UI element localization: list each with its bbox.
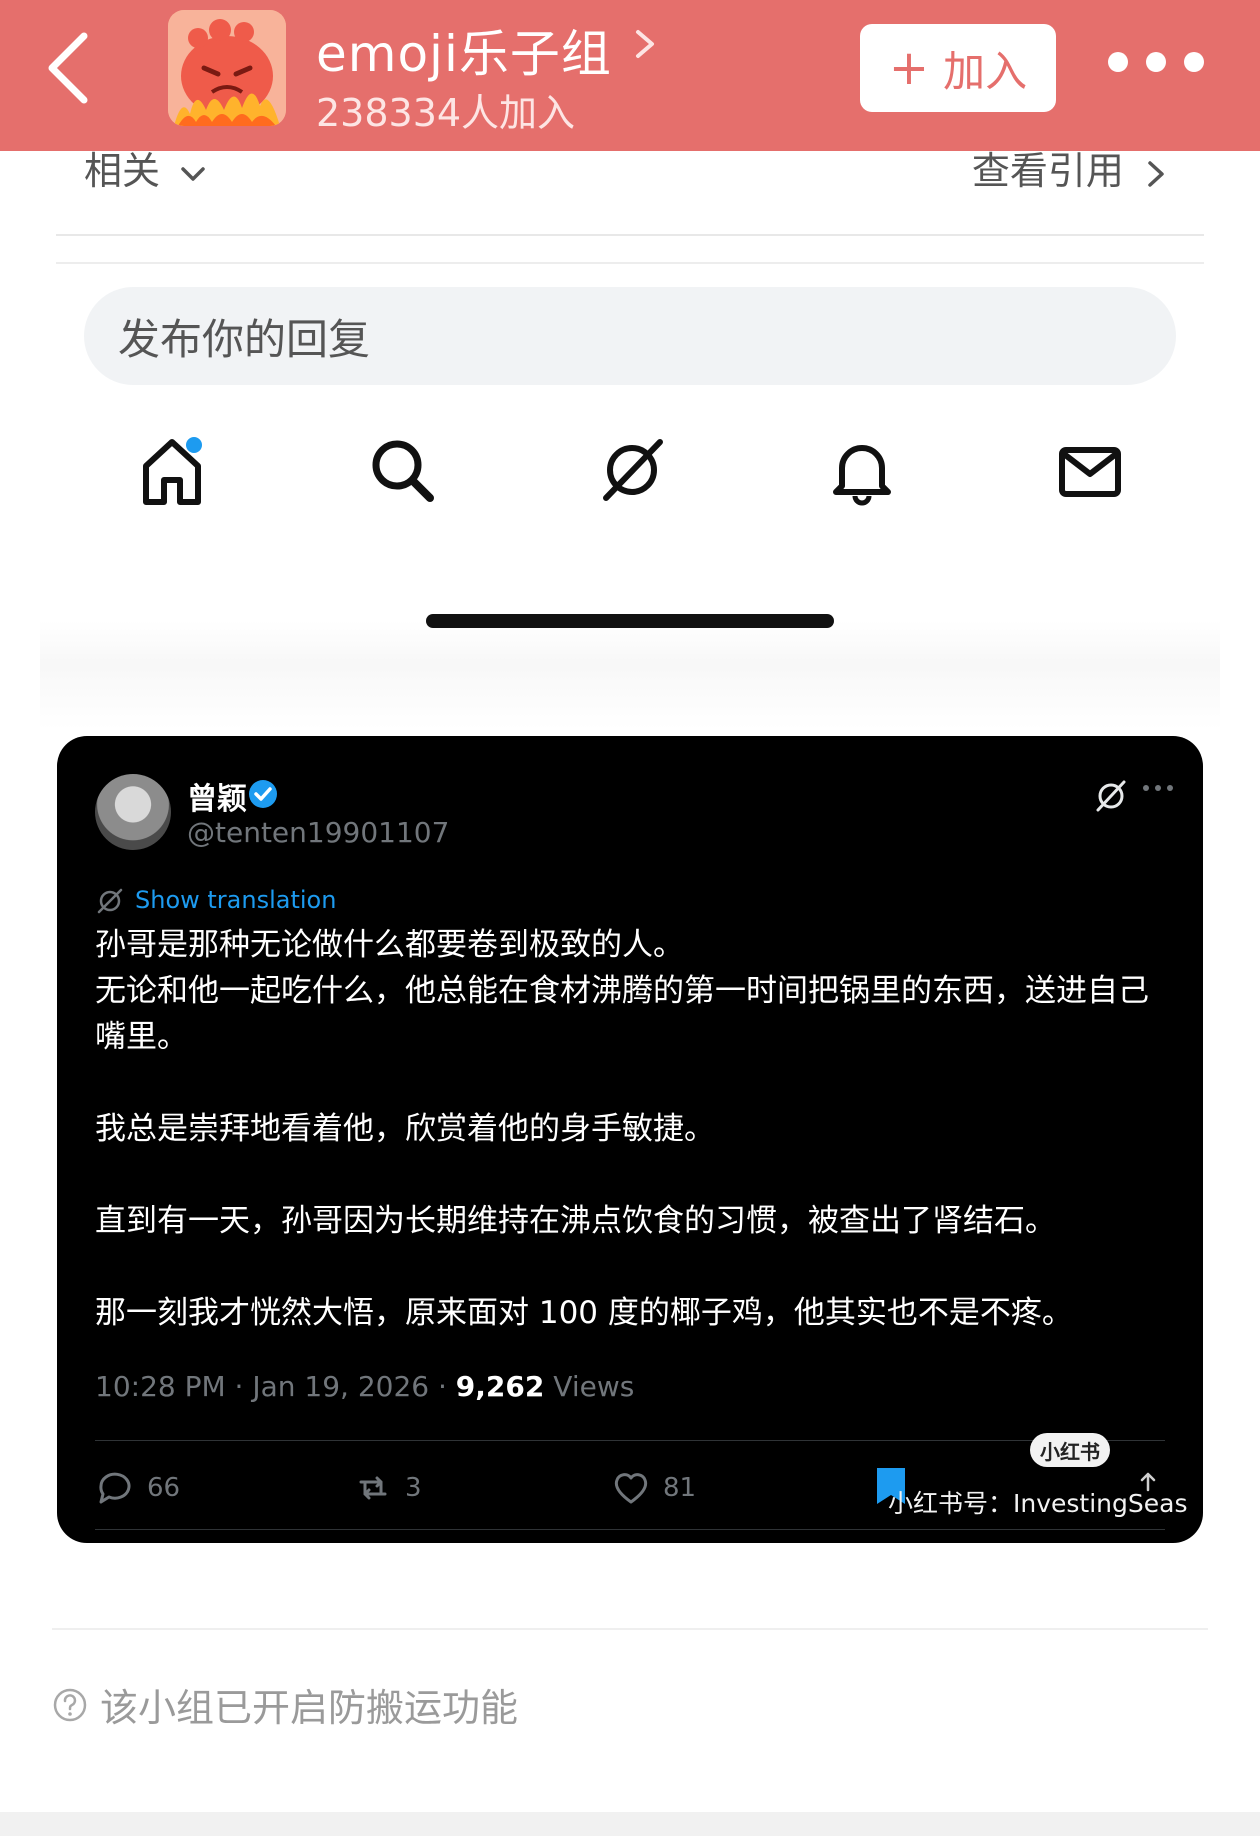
notification-dot: [186, 437, 202, 453]
show-translation-link[interactable]: Show translation: [135, 886, 336, 914]
tweet-paragraph: 孙哥是那种无论做什么都要卷到极致的人。: [95, 927, 684, 963]
repost-button[interactable]: 3: [353, 1468, 422, 1508]
group-member-count: 238334人加入: [316, 91, 576, 135]
tweet-paragraph: 无论和他一起吃什么，他总能在食材沸腾的第一时间把锅里的东西，送进自己嘴里。: [95, 973, 1149, 1055]
grok-icon[interactable]: [592, 430, 672, 510]
view-quotes-link[interactable]: 查看引用: [972, 140, 1168, 195]
verified-badge-icon: [249, 780, 277, 808]
tweet-card[interactable]: 曾颖 @tenten19901107 Show translation 孙哥是那…: [57, 736, 1203, 1543]
reply-placeholder: 发布你的回复: [118, 314, 371, 364]
anti-repost-notice: 该小组已开启防搬运功能: [52, 1677, 518, 1732]
mail-icon[interactable]: [1050, 430, 1130, 510]
bottom-strip: [0, 1812, 1260, 1836]
reply-count: 66: [147, 1473, 181, 1503]
related-dropdown[interactable]: 相关: [84, 140, 206, 195]
grok-icon[interactable]: [1091, 776, 1131, 816]
back-arrow-icon[interactable]: [42, 28, 98, 108]
reply-icon: [99, 1472, 131, 1504]
notice-text: 该小组已开启防搬运功能: [100, 1686, 519, 1730]
reply-input[interactable]: 发布你的回复: [84, 287, 1176, 385]
reply-button[interactable]: 66: [95, 1468, 180, 1508]
join-label: 加入: [943, 46, 1028, 96]
join-group-button[interactable]: + 加入: [860, 24, 1056, 112]
views-label: Views: [544, 1370, 635, 1403]
like-count: 81: [663, 1473, 697, 1503]
more-options-icon[interactable]: [1108, 52, 1218, 82]
author-name[interactable]: 曾颖: [187, 774, 247, 818]
group-header: emoji乐子组 238334人加入 + 加入: [0, 0, 1260, 151]
bell-icon[interactable]: [822, 430, 902, 510]
tweet-paragraph: 我总是崇拜地看着他，欣赏着他的身手敏捷。: [95, 1111, 715, 1147]
repost-count: 3: [405, 1473, 422, 1503]
repost-icon: [359, 1476, 387, 1500]
grok-icon: [97, 888, 123, 914]
tweet-time: 10:28 PM · Jan 19, 2026 ·: [95, 1370, 456, 1403]
divider: [56, 234, 1204, 236]
share-arrow-icon: [1140, 1472, 1156, 1492]
tweet-paragraph: 那一刻我才恍然大悟，原来面对 100 度的椰子鸡，他其实也不是不疼。: [95, 1295, 1073, 1331]
divider: [95, 1529, 1165, 1530]
author-avatar[interactable]: [95, 774, 171, 850]
divider: [56, 262, 1204, 264]
chevron-right-icon[interactable]: [632, 24, 658, 64]
group-avatar[interactable]: [168, 10, 286, 126]
divider: [95, 1440, 1165, 1441]
group-title[interactable]: emoji乐子组: [316, 14, 612, 86]
home-indicator: [426, 614, 834, 628]
tweet-text: 孙哥是那种无论做什么都要卷到极致的人。 无论和他一起吃什么，他总能在食材沸腾的第…: [95, 922, 1175, 1336]
more-options-icon[interactable]: [1143, 778, 1183, 798]
like-button[interactable]: 81: [611, 1468, 696, 1508]
question-circle-icon[interactable]: [52, 1687, 88, 1723]
tweet-timestamp[interactable]: 10:28 PM · Jan 19, 2026 · 9,262 Views: [95, 1370, 634, 1403]
view-quotes-label: 查看引用: [971, 149, 1124, 193]
chevron-right-icon: [1148, 160, 1164, 187]
search-icon[interactable]: [362, 430, 442, 510]
view-count: 9,262: [455, 1370, 545, 1403]
tweet-paragraph: 直到有一天，孙哥因为长期维持在沸点饮食的习惯，被查出了肾结石。: [95, 1203, 1056, 1239]
plus-icon: +: [888, 40, 930, 96]
heart-icon: [614, 1473, 648, 1504]
watermark-badge: 小红书: [1030, 1433, 1110, 1467]
chevron-down-icon: [181, 166, 205, 181]
blurred-content: [40, 620, 1220, 730]
related-label: 相关: [84, 149, 161, 193]
author-handle[interactable]: @tenten19901107: [187, 816, 449, 849]
divider: [52, 1628, 1208, 1630]
